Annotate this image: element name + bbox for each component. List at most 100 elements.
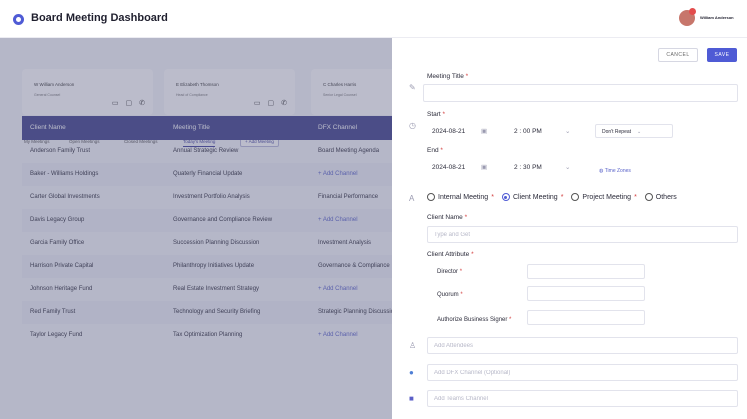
meetings-table: Client Name Meeting Title DFX Channel An… — [22, 116, 397, 347]
chat-icon[interactable]: ▢ — [126, 99, 133, 107]
chevron-down-icon[interactable]: ⌄ — [565, 127, 570, 135]
quorum-label: Quorum * — [437, 292, 463, 298]
header-dfx-channel[interactable]: DFX Channel — [318, 124, 357, 131]
cell-dfx-channel[interactable]: + Add Channel — [318, 217, 358, 223]
member-card[interactable]: C Charles Harris Senior Legal Counsel — [311, 69, 392, 115]
cell-meeting-title: Tax Optimization Planning — [173, 332, 243, 338]
teams-icon: ■ — [409, 394, 414, 403]
table-header: Client Name Meeting Title DFX Channel — [22, 116, 392, 140]
cell-dfx-channel: Financial Performance — [318, 194, 379, 200]
cell-dfx-channel[interactable]: + Add Channel — [318, 332, 358, 338]
table-row[interactable]: Johnson Heritage Fund Real Estate Investm… — [22, 278, 392, 301]
dfx-channel-input[interactable] — [427, 364, 738, 381]
chevron-down-icon: ⌄ — [637, 129, 642, 135]
client-name-input[interactable] — [427, 226, 738, 243]
table-row[interactable]: Harrison Private Capital Philanthropy Ini… — [22, 255, 392, 278]
radio-internal-meeting[interactable]: Internal Meeting * — [427, 193, 494, 201]
cell-client-name: Carter Global Investments — [30, 194, 100, 200]
table-row[interactable]: Davis Legacy Group Governance and Complia… — [22, 209, 392, 232]
member-name: E Elizabeth Thomson — [176, 82, 219, 87]
top-bar: Board Meeting Dashboard William Anderson — [0, 0, 747, 38]
cell-client-name: Davis Legacy Group — [30, 217, 85, 223]
table-row[interactable]: Taylor Legacy Fund Tax Optimization Plann… — [22, 324, 392, 347]
end-label: End * — [427, 147, 443, 154]
radio-icon — [427, 193, 435, 201]
save-button[interactable]: SAVE — [707, 48, 737, 62]
chat-icon[interactable]: ▢ — [268, 99, 275, 107]
end-date[interactable]: 2024-08-21 — [432, 164, 465, 171]
cell-meeting-title: Real Estate Investment Strategy — [173, 286, 260, 292]
cell-client-name: Anderson Family Trust — [30, 148, 91, 154]
user-name[interactable]: William Anderson — [700, 15, 734, 20]
meeting-title-label: Meeting Title * — [427, 73, 469, 80]
table-row[interactable]: Carter Global Investments Investment Port… — [22, 186, 392, 209]
meeting-type-group: Internal Meeting * Client Meeting * Projec… — [427, 193, 677, 201]
card-actions: ▭ ▢ ✆ — [112, 99, 145, 107]
phone-icon[interactable]: ✆ — [139, 99, 145, 107]
radio-others[interactable]: Others — [644, 193, 677, 201]
cell-client-name: Taylor Legacy Fund — [30, 332, 83, 338]
member-role: General Counsel — [34, 93, 61, 97]
table-body: Anderson Family Trust Annual Strategic Re… — [22, 140, 397, 347]
cell-dfx-channel: Governance & Compliance — [318, 263, 390, 269]
table-row[interactable]: Garcia Family Office Succession Planning … — [22, 232, 392, 255]
member-card[interactable]: E Elizabeth Thomson Head of Compliance ▭… — [164, 69, 295, 115]
person-icon: ♙ — [409, 341, 417, 350]
member-cards: W William Anderson General Counsel ▭ ▢ ✆… — [22, 69, 392, 115]
start-date[interactable]: 2024-08-21 — [432, 128, 465, 135]
director-input[interactable] — [527, 264, 645, 279]
table-row[interactable]: Red Family Trust Technology and Security … — [22, 301, 397, 324]
cell-dfx-channel[interactable]: + Add Channel — [318, 286, 358, 292]
client-attribute-label: Client Attribute * — [427, 251, 474, 258]
chevron-down-icon[interactable]: ⌄ — [565, 163, 570, 171]
meeting-title-input[interactable] — [423, 84, 738, 102]
cell-meeting-title: Philanthropy Initiatives Update — [173, 263, 255, 269]
attendees-input[interactable] — [427, 337, 738, 354]
time-zones-link[interactable]: ◍ Time Zones — [599, 168, 631, 174]
table-row[interactable]: Anderson Family Trust Annual Strategic Re… — [22, 140, 392, 163]
member-role: Head of Compliance — [176, 93, 208, 97]
cell-dfx-channel: Strategic Planning Discussion — [318, 309, 398, 315]
repeat-select[interactable]: Don't Repeat ⌄ — [595, 124, 673, 138]
dfx-channel-icon: ● — [409, 368, 414, 377]
cell-client-name: Garcia Family Office — [30, 240, 85, 246]
director-label: Director * — [437, 269, 463, 275]
start-time[interactable]: 2 : 00 PM — [514, 128, 542, 135]
member-card[interactable]: W William Anderson General Counsel ▭ ▢ ✆ — [22, 69, 153, 115]
cancel-button[interactable]: CANCEL — [658, 48, 698, 62]
meeting-form-panel: CANCEL SAVE ✎ Meeting Title * ◷ Start * … — [392, 38, 747, 419]
member-name: C Charles Harris — [323, 82, 357, 87]
quorum-input[interactable] — [527, 286, 645, 301]
radio-selected-icon — [501, 193, 510, 201]
globe-icon: ◍ — [599, 168, 604, 174]
calendar-icon[interactable]: ▣ — [481, 127, 487, 135]
end-time[interactable]: 2 : 30 PM — [514, 164, 542, 171]
cell-dfx-channel[interactable]: + Add Channel — [318, 171, 358, 177]
teams-channel-input[interactable] — [427, 390, 738, 407]
calendar-icon[interactable]: ▭ — [254, 99, 261, 107]
cell-client-name: Red Family Trust — [30, 309, 76, 315]
header-client-name[interactable]: Client Name — [30, 124, 66, 131]
cell-dfx-channel: Investment Analysis — [318, 240, 372, 246]
radio-client-meeting[interactable]: Client Meeting * — [501, 193, 563, 201]
client-name-label: Client Name * — [427, 214, 468, 221]
cell-client-name: Baker - Williams Holdings — [30, 171, 99, 177]
cell-meeting-title: Technology and Security Briefing — [173, 309, 261, 315]
text-icon: A — [409, 194, 415, 203]
cell-client-name: Harrison Private Capital — [30, 263, 94, 269]
radio-icon — [644, 193, 653, 201]
card-actions: ▭ ▢ ✆ — [254, 99, 287, 107]
phone-icon[interactable]: ✆ — [281, 99, 287, 107]
app-title: Board Meeting Dashboard — [31, 12, 168, 24]
radio-icon — [571, 193, 580, 201]
header-meeting-title[interactable]: Meeting Title — [173, 124, 210, 131]
business-signer-input[interactable] — [527, 310, 645, 325]
cell-meeting-title: Investment Portfolio Analysis — [173, 194, 250, 200]
cell-meeting-title: Annual Strategic Review — [173, 148, 239, 154]
calendar-icon[interactable]: ▭ — [112, 99, 119, 107]
table-row[interactable]: Baker - Williams Holdings Quaterly Financ… — [22, 163, 392, 186]
calendar-icon[interactable]: ▣ — [481, 163, 487, 171]
cell-meeting-title: Succession Planning Discussion — [173, 240, 260, 246]
member-role: Senior Legal Counsel — [323, 93, 357, 97]
radio-project-meeting[interactable]: Project Meeting * — [571, 193, 637, 201]
